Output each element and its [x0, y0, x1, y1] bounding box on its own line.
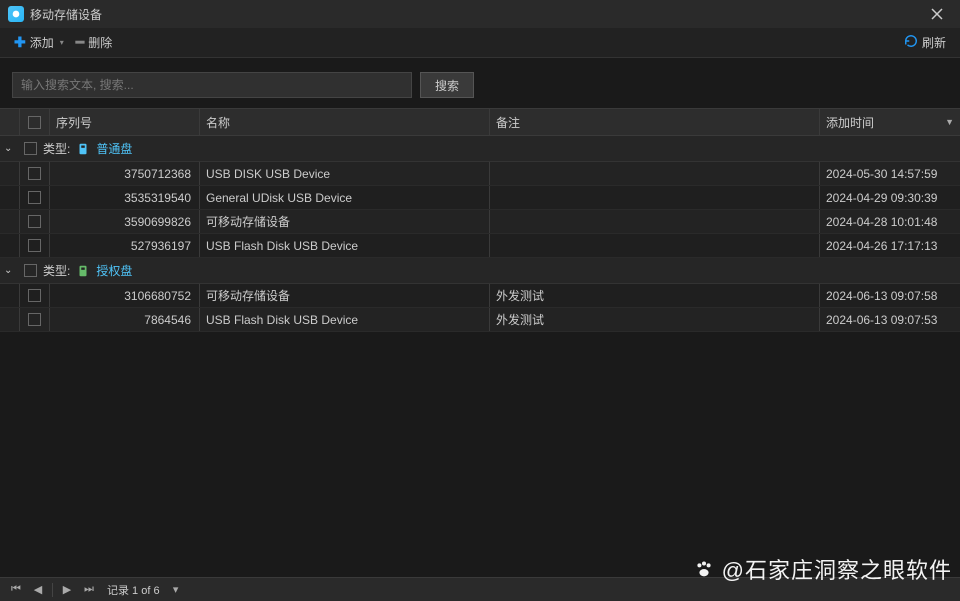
cell-note [490, 210, 820, 233]
paw-icon [692, 557, 716, 581]
cell-time: 2024-05-30 14:57:59 [820, 162, 960, 185]
pager-sep [52, 583, 53, 597]
cell-serial: 3535319540 [50, 186, 200, 209]
pager-first[interactable]: ⏮ [6, 581, 26, 599]
dropdown-arrow-icon: ▾ [60, 38, 64, 47]
group-checkbox[interactable] [24, 142, 37, 155]
cell-name: 可移动存储设备 [200, 284, 490, 307]
table-header: 序列号 名称 备注 添加时间 ▼ [0, 108, 960, 136]
delete-label: 删除 [88, 34, 112, 51]
cell-time: 2024-06-13 09:07:53 [820, 308, 960, 331]
pager-next[interactable]: ▶ [57, 581, 77, 599]
window-title: 移动存储设备 [30, 6, 102, 23]
group-header[interactable]: ⌄ 类型: 普通盘 [0, 136, 960, 162]
titlebar-left: 移动存储设备 [8, 6, 102, 23]
cell-note: 外发测试 [490, 308, 820, 331]
row-checkbox[interactable] [28, 313, 41, 326]
close-button[interactable] [922, 0, 952, 28]
cell-note [490, 234, 820, 257]
col-expand [0, 109, 20, 135]
cell-serial: 3750712368 [50, 162, 200, 185]
toolbar: ✚ 添加 ▾ ━ 删除 刷新 [0, 28, 960, 58]
cell-name: USB Flash Disk USB Device [200, 308, 490, 331]
row-checkbox[interactable] [28, 215, 41, 228]
refresh-icon [904, 34, 918, 51]
watermark: @石家庄洞察之眼软件 [692, 553, 952, 585]
group-checkbox[interactable] [24, 264, 37, 277]
chevron-down-icon: ⌄ [4, 265, 18, 276]
pager-prev[interactable]: ◀ [28, 581, 48, 599]
table-row[interactable]: 3535319540General UDisk USB Device 2024-0… [0, 186, 960, 210]
group-label: 类型: [43, 140, 70, 157]
row-checkbox[interactable] [28, 167, 41, 180]
delete-button[interactable]: ━ 删除 [72, 31, 116, 54]
cell-time: 2024-04-26 17:17:13 [820, 234, 960, 257]
col-note-header[interactable]: 备注 [490, 109, 820, 135]
table-row[interactable]: 7864546USB Flash Disk USB Device外发测试2024… [0, 308, 960, 332]
table-body: ⌄ 类型: 普通盘 3750712368USB DISK USB Device 2024… [0, 136, 960, 332]
cell-time: 2024-04-29 09:30:39 [820, 186, 960, 209]
table-row[interactable]: 3590699826可移动存储设备 2024-04-28 10:01:48 [0, 210, 960, 234]
titlebar: 移动存储设备 [0, 0, 960, 28]
app-icon [8, 6, 24, 22]
refresh-label: 刷新 [922, 34, 946, 51]
pager-last[interactable]: ⏭ [79, 581, 99, 599]
table-row[interactable]: 3106680752可移动存储设备外发测试2024-06-13 09:07:58 [0, 284, 960, 308]
disk-type-icon [76, 264, 90, 278]
chevron-down-icon: ⌄ [4, 143, 18, 154]
col-time-header[interactable]: 添加时间 ▼ [820, 109, 960, 135]
group-value: 授权盘 [96, 262, 132, 279]
group-value: 普通盘 [96, 140, 132, 157]
pager-more[interactable]: ▾ [166, 581, 186, 599]
row-checkbox[interactable] [28, 239, 41, 252]
cell-name: 可移动存储设备 [200, 210, 490, 233]
cell-name: USB Flash Disk USB Device [200, 234, 490, 257]
sort-desc-icon: ▼ [945, 117, 954, 127]
cell-time: 2024-04-28 10:01:48 [820, 210, 960, 233]
search-button[interactable]: 搜索 [420, 72, 474, 98]
cell-note [490, 162, 820, 185]
checkbox-all[interactable] [28, 116, 41, 129]
refresh-button[interactable]: 刷新 [900, 31, 950, 54]
toolbar-left: ✚ 添加 ▾ ━ 删除 [10, 31, 116, 54]
row-checkbox[interactable] [28, 191, 41, 204]
search-bar: 搜索 [0, 58, 960, 108]
minus-icon: ━ [76, 34, 84, 51]
col-name-header[interactable]: 名称 [200, 109, 490, 135]
disk-type-icon [76, 142, 90, 156]
cell-serial: 3106680752 [50, 284, 200, 307]
cell-serial: 527936197 [50, 234, 200, 257]
table-row[interactable]: 3750712368USB DISK USB Device 2024-05-30 … [0, 162, 960, 186]
cell-time: 2024-06-13 09:07:58 [820, 284, 960, 307]
search-input[interactable] [12, 72, 412, 98]
cell-note [490, 186, 820, 209]
add-button[interactable]: ✚ 添加 ▾ [10, 31, 68, 54]
add-label: 添加 [30, 34, 54, 51]
cell-serial: 7864546 [50, 308, 200, 331]
plus-icon: ✚ [14, 34, 26, 51]
cell-serial: 3590699826 [50, 210, 200, 233]
cell-name: USB DISK USB Device [200, 162, 490, 185]
col-check-header[interactable] [20, 109, 50, 135]
group-header[interactable]: ⌄ 类型: 授权盘 [0, 258, 960, 284]
watermark-text: @石家庄洞察之眼软件 [722, 553, 952, 585]
table-row[interactable]: 527936197USB Flash Disk USB Device 2024-0… [0, 234, 960, 258]
row-checkbox[interactable] [28, 289, 41, 302]
col-serial-header[interactable]: 序列号 [50, 109, 200, 135]
record-text: 记录 1 of 6 [107, 582, 160, 598]
cell-name: General UDisk USB Device [200, 186, 490, 209]
cell-note: 外发测试 [490, 284, 820, 307]
group-label: 类型: [43, 262, 70, 279]
device-table: 序列号 名称 备注 添加时间 ▼ ⌄ 类型: 普通盘 3750712368USB DI… [0, 108, 960, 332]
